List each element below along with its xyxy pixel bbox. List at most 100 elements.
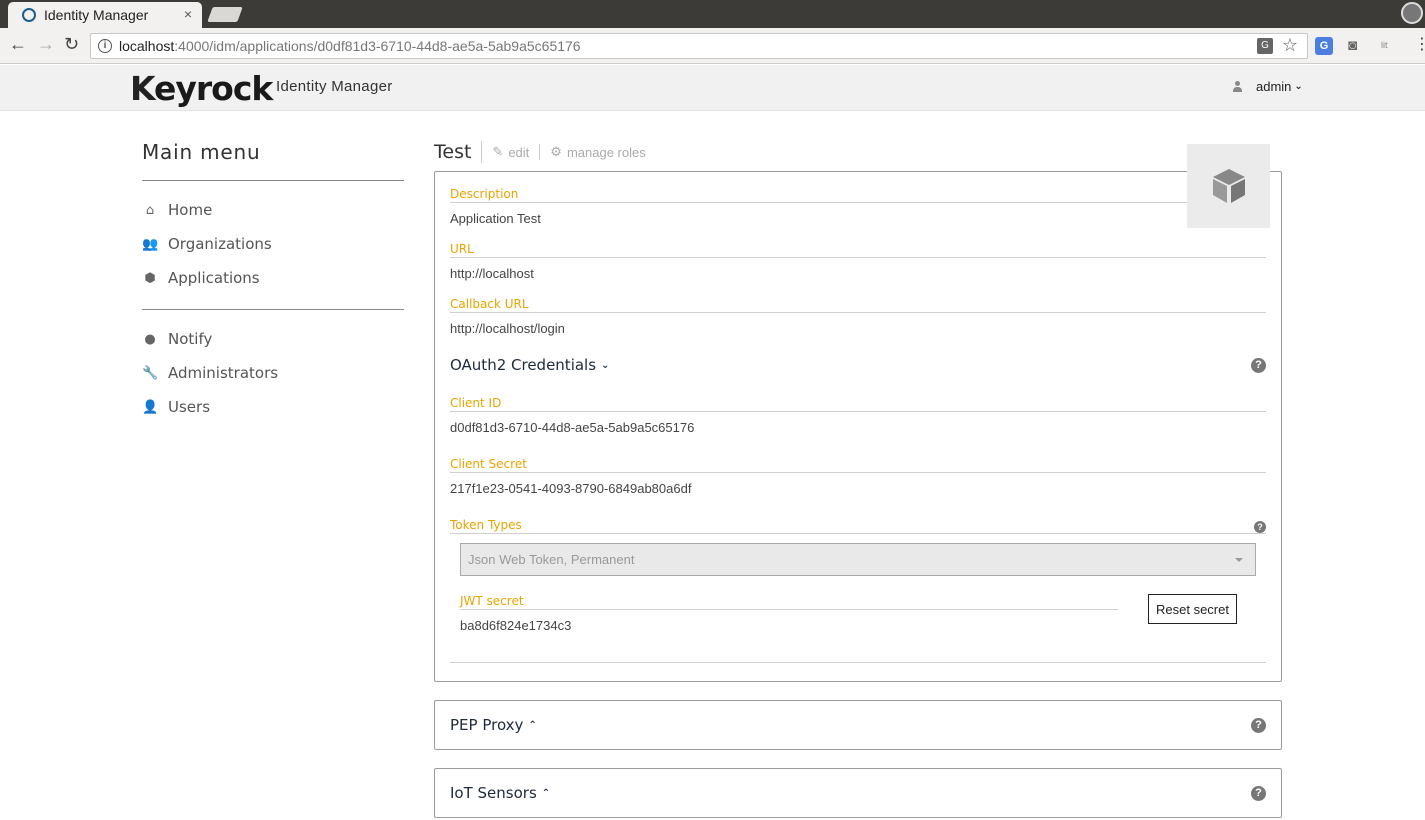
url-label: URL [450,242,1266,258]
browser-toolbar: ← → ↻ i localhost:4000/idm/applications/… [0,28,1425,64]
user-name: admin [1256,79,1292,94]
browser-menu-icon[interactable]: ⋮ [1414,34,1425,53]
chevron-up-icon: ⌃ [528,719,537,731]
home-icon: ⌂ [145,202,155,218]
back-icon[interactable]: ← [9,34,27,55]
camera-extension-icon[interactable]: ◙ [1348,37,1366,55]
iot-sensors-toggle[interactable]: IoT Sensors ⌃ [450,784,550,802]
manage-roles-label: manage roles [566,144,646,160]
caret-down-icon [1235,558,1243,562]
url-value: http://localhost [450,266,534,281]
sidebar-item-administrators[interactable]: 🔧 Administrators [142,356,404,390]
tab-close-icon[interactable]: × [184,6,192,22]
main-content: Test ✎ edit ⚙ manage roles Description A… [434,140,1282,818]
sidebar-item-label: Users [168,398,211,416]
browser-tab-bar: Identity Manager × [0,0,1425,28]
reset-secret-button[interactable]: Reset secret [1148,594,1237,624]
client-secret-field: Client Secret 217f1e23-0541-4093-8790-68… [450,457,1266,502]
callback-url-value: http://localhost/login [450,321,565,336]
sidebar-item-label: Home [168,201,213,219]
jwt-secret-label: JWT secret [460,594,1118,610]
token-types-value: Json Web Token, Permanent [468,552,635,567]
iot-sensors-title: IoT Sensors [450,784,537,802]
user-menu[interactable]: admin ⌄ [1233,79,1303,94]
client-id-field: Client ID d0df81d3-6710-44d8-ae5a-5ab9a5… [450,396,1266,441]
wrench-icon: 🔧 [142,365,159,381]
token-types-label: Token Types [450,518,522,532]
oauth-section-header: OAuth2 Credentials ⌄ ? [450,356,1266,374]
profile-icon[interactable] [1401,2,1423,24]
user-icon: 👤 [142,399,159,415]
cube-icon [1212,169,1245,203]
pep-proxy-card: PEP Proxy ⌃ ? [434,700,1282,750]
callback-url-field: Callback URL http://localhost/login [450,297,1266,342]
token-types-label-row: Token Types ? [450,518,1266,534]
main-menu-title: Main menu [142,140,404,181]
client-secret-value: 217f1e23-0541-4093-8790-6849ab80a6df [450,481,692,496]
translate-icon[interactable]: G [1257,38,1273,54]
logo-k: K [130,69,155,108]
keyrock-logo[interactable]: Keyrock [130,69,273,108]
url-host: localhost [119,38,175,54]
chevron-down-icon: ⌄ [1294,81,1303,92]
url-path: :4000/idm/applications/d0df81d3-6710-44d… [174,38,581,54]
application-name: Test [434,141,483,163]
sidebar-item-users[interactable]: 👤 Users [142,390,404,424]
cube-icon: ⬢ [144,270,156,286]
description-label: Description [450,187,1266,203]
sidebar-item-notify[interactable]: ● Notify [142,322,404,356]
forward-icon[interactable]: → [37,34,55,55]
token-types-field: Token Types ? Json Web Token, Permanent [450,518,1266,576]
sidebar-item-applications[interactable]: ⬢ Applications [142,261,404,295]
edit-link[interactable]: ✎ edit [482,144,539,160]
sidebar: Main menu ⌂ Home 👥 Organizations ⬢ Appli… [142,140,404,438]
jwt-secret-field: JWT secret ba8d6f824e1734c3 Reset secret [460,594,1256,654]
sidebar-item-label: Applications [168,269,260,287]
client-secret-label: Client Secret [450,457,1266,473]
jwt-secret-value: ba8d6f824e1734c3 [460,618,572,633]
logo-text: eyrock [154,69,273,108]
application-image [1187,144,1270,228]
comment-icon: ● [144,331,156,347]
gears-icon: ⚙ [550,144,562,159]
admin-menu-list: ● Notify 🔧 Administrators 👤 Users [142,310,404,438]
description-field: Description Application Test [450,187,1266,232]
sidebar-item-home[interactable]: ⌂ Home [142,193,404,227]
reload-icon[interactable]: ↻ [64,34,79,55]
pep-proxy-toggle[interactable]: PEP Proxy ⌃ [450,716,537,734]
sidebar-item-label: Administrators [168,364,279,382]
app-name: Identity Manager [276,78,393,95]
main-menu-list: ⌂ Home 👥 Organizations ⬢ Applications [142,181,404,310]
tab-title: Identity Manager [44,7,149,23]
users-icon: 👥 [142,236,159,252]
new-tab-button[interactable] [207,7,243,22]
lit-extension-icon[interactable]: lit [1381,40,1399,58]
client-id-label: Client ID [450,396,1266,412]
application-title-row: Test ✎ edit ⚙ manage roles [434,140,1282,164]
oauth-toggle[interactable]: OAuth2 Credentials ⌄ [450,356,609,374]
client-id-value: d0df81d3-6710-44d8-ae5a-5ab9a5c65176 [450,420,695,435]
address-bar[interactable]: i localhost:4000/idm/applications/d0df81… [90,33,1308,59]
help-icon[interactable]: ? [1251,785,1266,801]
callback-url-label: Callback URL [450,297,1266,313]
edit-icon: ✎ [492,144,504,159]
google-translate-extension-icon[interactable]: G [1315,37,1333,55]
user-icon [1233,81,1242,92]
pep-proxy-title: PEP Proxy [450,716,524,734]
manage-roles-link[interactable]: ⚙ manage roles [539,144,655,160]
application-details-card: Description Application Test URL http://… [434,171,1282,682]
bookmark-star-icon[interactable]: ☆ [1282,35,1298,56]
iot-sensors-card: IoT Sensors ⌃ ? [434,768,1282,818]
browser-tab[interactable]: Identity Manager × [8,2,202,28]
sidebar-item-label: Organizations [168,235,272,253]
sidebar-item-organizations[interactable]: 👥 Organizations [142,227,404,261]
info-icon[interactable]: i [98,39,112,53]
help-icon[interactable]: ? [1254,521,1266,533]
help-icon[interactable]: ? [1251,357,1266,373]
chevron-up-icon: ⌃ [541,787,551,799]
token-types-select[interactable]: Json Web Token, Permanent [460,543,1256,576]
help-icon[interactable]: ? [1251,717,1266,733]
favicon-icon [22,8,36,22]
app-header: Keyrock Identity Manager admin ⌄ [0,65,1425,111]
description-value: Application Test [450,211,541,226]
